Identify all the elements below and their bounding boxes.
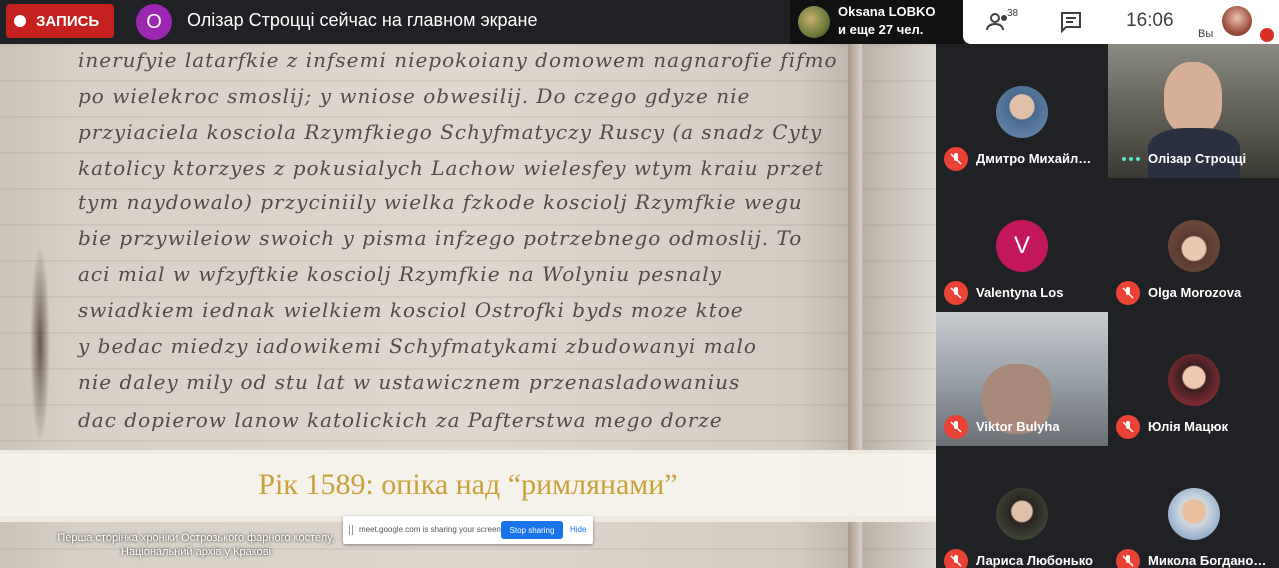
manuscript-line: dac dopierow lanow katolickich za Pafter…: [78, 408, 723, 432]
manuscript-line: bie przywileiow swoich y pisma infzego p…: [78, 226, 803, 250]
participant-name: Юлія Мацюк: [1148, 419, 1228, 434]
stop-sharing-button[interactable]: Stop sharing: [501, 521, 563, 539]
presenter-avatar: О: [136, 4, 172, 40]
participant-name: Олізар Строцці: [1148, 151, 1247, 166]
participant-tile[interactable]: Микола Богдано…: [1108, 446, 1279, 568]
participant-name: Olga Morozova: [1148, 285, 1242, 300]
participant-name: Лариса Любонько: [976, 553, 1093, 568]
participant-tile[interactable]: Дмитро Михайл…: [936, 44, 1108, 178]
mic-muted-icon: [944, 549, 968, 568]
top-bar: ЗАПИСЬ О Олізар Строцці сейчас на главно…: [0, 0, 1279, 44]
speaking-indicator-icon: [1122, 154, 1144, 164]
chat-icon[interactable]: [1059, 10, 1083, 34]
participant-avatar: [996, 86, 1048, 138]
manuscript-line: y bedac miedzy iadowikemi Schyfmatykami …: [78, 334, 757, 358]
participant-more: и еще 27 чел.: [838, 22, 924, 37]
manuscript-line: tym naydowalo) przyciniily wielka fzkode…: [78, 190, 803, 214]
participant-tile-speaking[interactable]: Олізар Строцці: [1108, 44, 1279, 178]
manuscript-line: inerufyie latarfkie z infsemi niepokoian…: [78, 48, 838, 72]
participant-avatar: [1168, 354, 1220, 406]
self-label: Вы: [1198, 28, 1214, 40]
participant-avatar: [996, 488, 1048, 540]
manuscript-shadow: [30, 244, 50, 444]
mic-muted-icon: [944, 415, 968, 439]
mic-muted-icon: [944, 281, 968, 305]
share-status-text: meet.google.com is sharing your screen.: [359, 525, 504, 534]
mic-muted-icon: [1116, 549, 1140, 568]
people-count: 38: [1007, 8, 1019, 19]
participant-avatar: [1168, 488, 1220, 540]
self-avatar: [1222, 6, 1252, 36]
control-panel: 38 16:06: [963, 0, 1194, 44]
screen-share-bar: meet.google.com is sharing your screen. …: [343, 516, 593, 544]
manuscript-line: przyiaciela kosciola Rzymfkiego Schyfmat…: [78, 120, 823, 144]
banner-title: Рік 1589: опіка над “римлянами”: [258, 468, 678, 501]
participant-name: Oksana LOBKO: [838, 4, 936, 19]
self-view[interactable]: Вы: [1194, 0, 1279, 44]
participant-grid: Дмитро Михайл… Олізар Строцці V Valentyn…: [936, 44, 1279, 568]
manuscript-line: swiadkiem iednak wielkiem kosciol Ostrof…: [78, 298, 744, 322]
shared-screen: inerufyie latarfkie z infsemi niepokoian…: [0, 44, 936, 568]
manuscript-line: po wielekroc smoslij; y wniose obwesilij…: [78, 84, 751, 108]
record-dot-icon: [14, 15, 26, 27]
recording-button[interactable]: ЗАПИСЬ: [6, 4, 114, 38]
manuscript-line: katolicy ktorzyes z pokusialych Lachow w…: [78, 156, 824, 180]
participant-tile[interactable]: Viktor Bulyha: [936, 312, 1108, 446]
participant-name: Микола Богдано…: [1148, 553, 1267, 568]
drag-handle-icon[interactable]: [349, 525, 353, 535]
participant-avatar: [1168, 220, 1220, 272]
manuscript-line: aci mial w wfzyftkie kosciolj Rzymfkie n…: [78, 262, 722, 286]
title-banner: Рік 1589: опіка над “римлянами”: [0, 454, 936, 516]
participant-summary[interactable]: Oksana LOBKO и еще 27 чел.: [790, 0, 964, 44]
mic-muted-icon: [944, 147, 968, 171]
participant-tile[interactable]: Юлія Мацюк: [1108, 312, 1279, 446]
participant-tile[interactable]: Olga Morozova: [1108, 178, 1279, 312]
hide-button[interactable]: Hide: [570, 525, 586, 534]
participant-tile[interactable]: V Valentyna Los: [936, 178, 1108, 312]
participant-video: [1164, 62, 1222, 134]
self-mic-muted-icon: [1260, 28, 1274, 42]
presenter-status-text: Олізар Строцці сейчас на главном экране: [187, 10, 538, 30]
meet-window: ЗАПИСЬ О Олізар Строцці сейчас на главно…: [0, 0, 1279, 568]
participant-name: Дмитро Михайл…: [976, 151, 1092, 166]
participant-name: Viktor Bulyha: [976, 419, 1060, 434]
mic-muted-icon: [1116, 415, 1140, 439]
participant-avatar: [798, 6, 830, 38]
mic-muted-icon: [1116, 281, 1140, 305]
clock: 16:06: [1126, 10, 1174, 31]
manuscript-line: nie daley mily od stu lat w ustawicznem …: [78, 370, 741, 394]
participant-avatar: V: [996, 220, 1048, 272]
record-label: ЗАПИСЬ: [36, 12, 100, 30]
participant-name: Valentyna Los: [976, 285, 1064, 300]
slide-caption: Перша сторінка хроніки Острозького фарно…: [57, 532, 335, 558]
participant-tile[interactable]: Лариса Любонько: [936, 446, 1108, 568]
